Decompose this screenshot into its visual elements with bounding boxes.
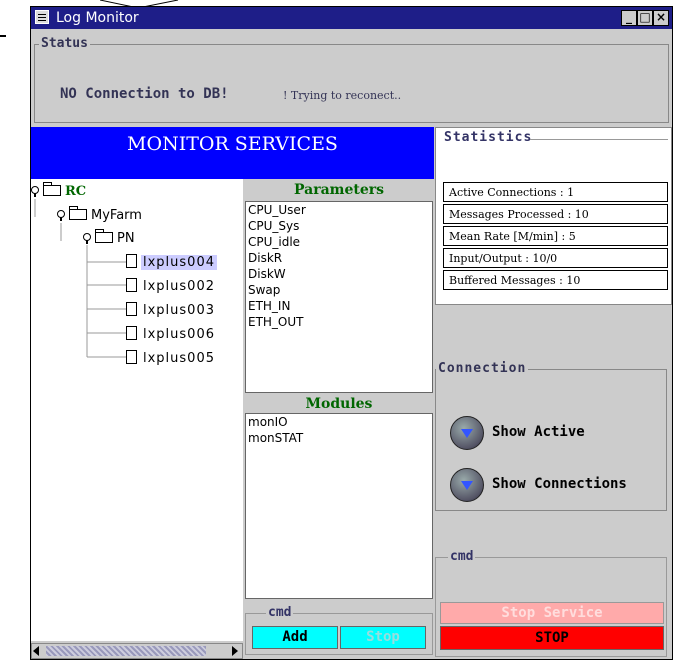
list-item[interactable]: monSTAT xyxy=(246,430,432,446)
tree-node-host[interactable]: lxplus005 xyxy=(126,350,217,366)
scroll-right-icon[interactable] xyxy=(232,646,238,656)
status-retry: ! Trying to reconect.. xyxy=(283,89,402,102)
statistics-group: Statistics Active Connections : 1 Messag… xyxy=(435,127,672,305)
stat-mean-rate: Mean Rate [M/min] : 5 xyxy=(443,226,668,246)
stat-messages-processed: Messages Processed : 10 xyxy=(443,204,668,224)
list-item[interactable]: CPU_User xyxy=(246,202,432,218)
tree-node-host[interactable]: lxplus006 xyxy=(126,326,217,342)
stop-module-button[interactable]: Stop xyxy=(340,626,426,649)
scroll-left-icon[interactable] xyxy=(33,646,39,656)
window-menu-icon[interactable] xyxy=(35,10,49,24)
stat-input-output: Input/Output : 10/0 xyxy=(443,248,668,268)
file-icon xyxy=(126,254,137,268)
list-item[interactable]: ETH_OUT xyxy=(246,314,432,330)
modules-list[interactable]: monIO monSTAT xyxy=(245,413,433,599)
decor-mark xyxy=(0,35,6,37)
list-item[interactable]: Swap xyxy=(246,282,432,298)
parameters-list[interactable]: CPU_User CPU_Sys CPU_idle DiskR DiskW Sw… xyxy=(245,201,433,393)
connection-label: Connection xyxy=(436,361,529,376)
tree-scrollbar[interactable] xyxy=(31,643,243,659)
add-button[interactable]: Add xyxy=(252,626,338,649)
cmd-left-group: cmd Add Stop xyxy=(245,605,433,655)
file-icon xyxy=(126,278,137,292)
show-connections-button[interactable]: Show Connections xyxy=(492,476,627,492)
status-group: Status NO Connection to DB! ! Trying to … xyxy=(34,36,669,123)
list-item[interactable]: ETH_IN xyxy=(246,298,432,314)
title-bar: Log Monitor _ □ × xyxy=(31,7,672,29)
close-button[interactable]: × xyxy=(653,10,669,26)
log-monitor-window: Log Monitor _ □ × Status NO Connection t… xyxy=(30,6,673,660)
list-item[interactable]: monIO xyxy=(246,414,432,430)
stat-active-connections: Active Connections : 1 xyxy=(443,182,668,202)
status-label: Status xyxy=(39,36,90,51)
modules-header: Modules xyxy=(245,395,433,413)
list-item[interactable]: CPU_idle xyxy=(246,234,432,250)
tree-node-host[interactable]: lxplus002 xyxy=(126,278,217,294)
file-icon xyxy=(126,302,137,316)
show-active-button[interactable]: Show Active xyxy=(492,424,585,440)
statistics-label: Statistics xyxy=(444,130,533,145)
minimize-button[interactable]: _ xyxy=(621,10,637,26)
stop-button[interactable]: STOP xyxy=(440,626,664,650)
file-icon xyxy=(126,350,137,364)
list-item[interactable]: DiskR xyxy=(246,250,432,266)
stop-service-button[interactable]: Stop Service xyxy=(440,602,664,624)
connection-group: Connection Show Active Show Connections xyxy=(435,361,667,511)
monitor-services-banner: MONITOR SERVICES xyxy=(31,127,434,179)
list-item[interactable]: CPU_Sys xyxy=(246,218,432,234)
tree-node-host[interactable]: lxplus004 xyxy=(126,254,217,270)
maximize-button[interactable]: □ xyxy=(637,10,653,26)
service-tree: RC MyFarm PN lxplus004 lxplus002 lxplus0… xyxy=(31,179,243,641)
scroll-thumb[interactable] xyxy=(46,646,206,656)
cmd-right-group: cmd Stop Service STOP xyxy=(435,549,667,657)
parameters-header: Parameters xyxy=(245,181,433,199)
show-active-icon[interactable] xyxy=(450,416,484,450)
show-connections-icon[interactable] xyxy=(450,468,484,502)
list-item[interactable]: DiskW xyxy=(246,266,432,282)
stat-buffered-messages: Buffered Messages : 10 xyxy=(443,270,668,290)
window-title: Log Monitor xyxy=(56,10,139,26)
tree-node-host[interactable]: lxplus003 xyxy=(126,302,217,318)
cmd-left-label: cmd xyxy=(266,605,294,620)
status-error: NO Connection to DB! xyxy=(60,86,229,102)
file-icon xyxy=(126,326,137,340)
cmd-right-label: cmd xyxy=(448,549,476,564)
